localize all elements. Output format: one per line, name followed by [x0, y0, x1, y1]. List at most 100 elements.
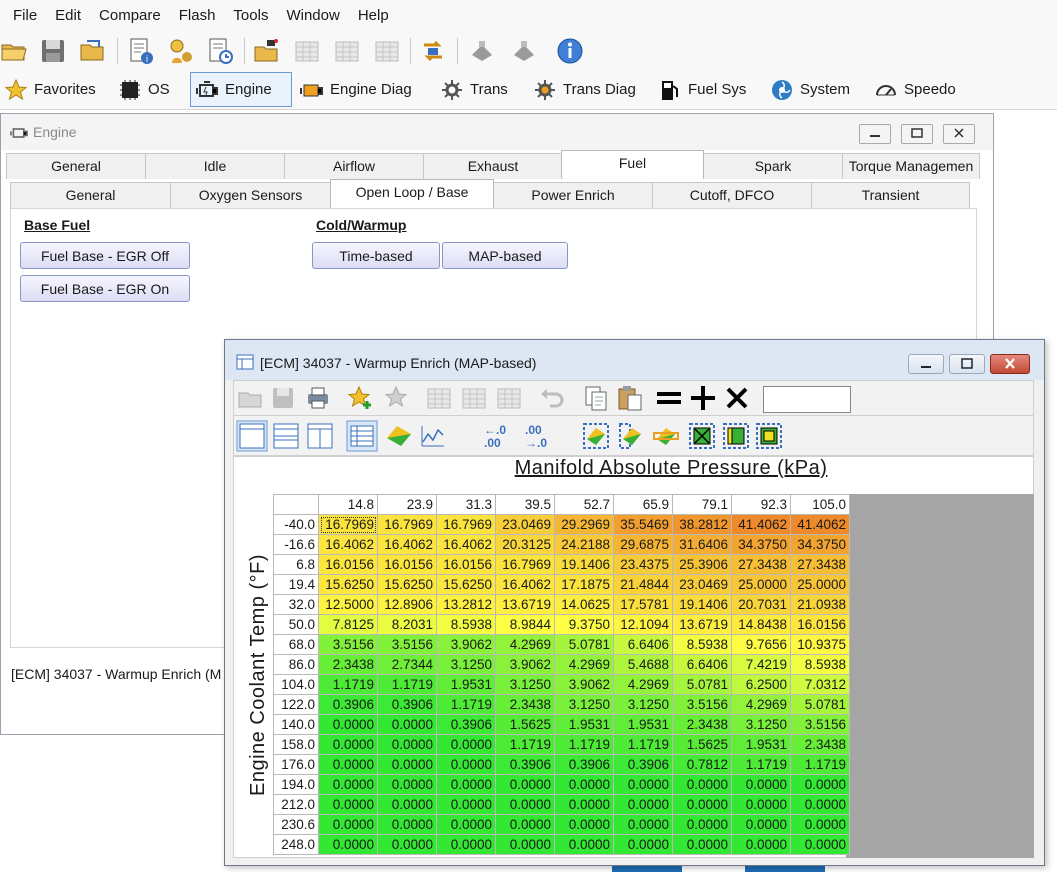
tab-idle[interactable]: Idle: [145, 153, 285, 179]
table-cell[interactable]: 0.0000: [554, 774, 614, 795]
column-header[interactable]: 79.1: [672, 494, 732, 515]
table-cell[interactable]: 13.6719: [672, 614, 732, 635]
table-cell[interactable]: 4.2969: [554, 654, 614, 675]
table-cell[interactable]: 16.4062: [318, 534, 378, 555]
table-cell[interactable]: 12.8906: [377, 594, 437, 615]
info-icon[interactable]: [556, 37, 584, 65]
menu-tools[interactable]: Tools: [224, 0, 277, 32]
select-row-icon[interactable]: [652, 422, 680, 450]
table-cell[interactable]: 27.3438: [731, 554, 791, 575]
clear-selection-icon[interactable]: [688, 422, 716, 450]
table-cell[interactable]: 16.0156: [318, 554, 378, 575]
close-button[interactable]: [990, 354, 1030, 374]
table-cell[interactable]: 0.0000: [672, 794, 732, 815]
table-cell[interactable]: 14.8438: [731, 614, 791, 635]
table-cell[interactable]: 0.0000: [613, 834, 673, 855]
fill-region-icon[interactable]: [722, 422, 750, 450]
table-cell[interactable]: 0.0000: [731, 834, 791, 855]
table-cell[interactable]: 0.0000: [436, 734, 496, 755]
table-cell[interactable]: 34.3750: [731, 534, 791, 555]
trans-diag-button[interactable]: Trans Diag: [529, 72, 640, 107]
table-cell[interactable]: 0.3906: [554, 754, 614, 775]
table-cell[interactable]: 0.3906: [377, 694, 437, 715]
trans-button[interactable]: Trans: [436, 72, 512, 107]
table-cell[interactable]: 23.4375: [613, 554, 673, 575]
table-cell[interactable]: 2.3438: [672, 714, 732, 735]
table-cell[interactable]: 4.2969: [495, 634, 555, 655]
table-cell[interactable]: 1.1719: [554, 734, 614, 755]
minimize-button[interactable]: [859, 124, 891, 144]
row-header[interactable]: 194.0: [273, 774, 319, 795]
fill-border-icon[interactable]: [755, 422, 783, 450]
table-cell[interactable]: 29.6875: [613, 534, 673, 555]
row-header[interactable]: 6.8: [273, 554, 319, 575]
fuel-sys-button[interactable]: Fuel Sys: [654, 72, 750, 107]
table-cell[interactable]: 0.0000: [790, 834, 850, 855]
column-header[interactable]: 31.3: [436, 494, 496, 515]
graph-view-icon[interactable]: [419, 422, 447, 450]
table-icon[interactable]: [425, 384, 453, 412]
table-cell[interactable]: 0.0000: [613, 774, 673, 795]
table-cell[interactable]: 3.5156: [318, 634, 378, 655]
table-cell[interactable]: 1.1719: [731, 754, 791, 775]
table-cell[interactable]: 8.9844: [495, 614, 555, 635]
table-cell[interactable]: 0.0000: [495, 794, 555, 815]
table-cell[interactable]: 1.1719: [613, 734, 673, 755]
add-value-icon[interactable]: [689, 384, 717, 412]
print-icon[interactable]: [304, 384, 332, 412]
row-header[interactable]: 50.0: [273, 614, 319, 635]
subtab-power-enrich[interactable]: Power Enrich: [493, 182, 653, 208]
table-cell[interactable]: 16.0156: [790, 614, 850, 635]
table-cell[interactable]: 25.3906: [672, 554, 732, 575]
table-cell[interactable]: 9.7656: [731, 634, 791, 655]
table-cell[interactable]: 29.2969: [554, 514, 614, 535]
table-cell[interactable]: 0.0000: [495, 834, 555, 855]
save-icon[interactable]: [269, 384, 297, 412]
table-window-titlebar[interactable]: [ECM] 34037 - Warmup Enrich (MAP-based): [225, 340, 1044, 380]
table-cell[interactable]: 3.9062: [554, 674, 614, 695]
table-cell[interactable]: 3.1250: [436, 654, 496, 675]
column-header[interactable]: 92.3: [731, 494, 791, 515]
table-cell[interactable]: 0.0000: [554, 834, 614, 855]
table-cell[interactable]: 15.6250: [377, 574, 437, 595]
fuel-base-egr-off-button[interactable]: Fuel Base - EGR Off: [20, 242, 190, 269]
table-cell[interactable]: 13.6719: [495, 594, 555, 615]
table-copy-icon[interactable]: [460, 384, 488, 412]
table-cell[interactable]: 0.0000: [672, 834, 732, 855]
table-cell[interactable]: 0.0000: [554, 794, 614, 815]
table-cell[interactable]: 0.0000: [436, 834, 496, 855]
table-cell[interactable]: 7.8125: [318, 614, 378, 635]
table-cell[interactable]: 38.2812: [672, 514, 732, 535]
row-header[interactable]: 19.4: [273, 574, 319, 595]
table-cell[interactable]: 0.0000: [613, 794, 673, 815]
map-based-button[interactable]: MAP-based: [442, 242, 568, 269]
open-table-status[interactable]: [ECM] 34037 - Warmup Enrich (M: [11, 666, 221, 682]
row-header[interactable]: -16.6: [273, 534, 319, 555]
table-view-icon[interactable]: [346, 420, 378, 452]
row-header[interactable]: 230.6: [273, 814, 319, 835]
close-button[interactable]: [943, 124, 975, 144]
table-cell[interactable]: 3.9062: [436, 634, 496, 655]
table-cell[interactable]: 16.7969: [377, 514, 437, 535]
table-cell[interactable]: 3.5156: [790, 714, 850, 735]
table-cell[interactable]: 1.9531: [613, 714, 673, 735]
column-header[interactable]: 65.9: [613, 494, 673, 515]
tab-exhaust[interactable]: Exhaust: [423, 153, 563, 179]
table-cell[interactable]: 41.4062: [790, 514, 850, 535]
history-icon[interactable]: [206, 37, 234, 65]
connect-icon[interactable]: [468, 37, 496, 65]
table-cell[interactable]: 0.0000: [436, 774, 496, 795]
maximize-button[interactable]: [901, 124, 933, 144]
table-cell[interactable]: 16.4062: [377, 534, 437, 555]
table-cell[interactable]: 0.3906: [318, 694, 378, 715]
table-cell[interactable]: 25.0000: [790, 574, 850, 595]
table-cell[interactable]: 31.6406: [672, 534, 732, 555]
table-cell[interactable]: 10.9375: [790, 634, 850, 655]
speedo-button[interactable]: Speedo: [870, 72, 960, 107]
table-cell[interactable]: 6.6406: [613, 634, 673, 655]
column-header[interactable]: 23.9: [377, 494, 437, 515]
table-cell[interactable]: 41.4062: [731, 514, 791, 535]
table-cell[interactable]: 3.1250: [731, 714, 791, 735]
open-folder-icon[interactable]: [237, 384, 265, 412]
menu-compare[interactable]: Compare: [90, 0, 170, 32]
